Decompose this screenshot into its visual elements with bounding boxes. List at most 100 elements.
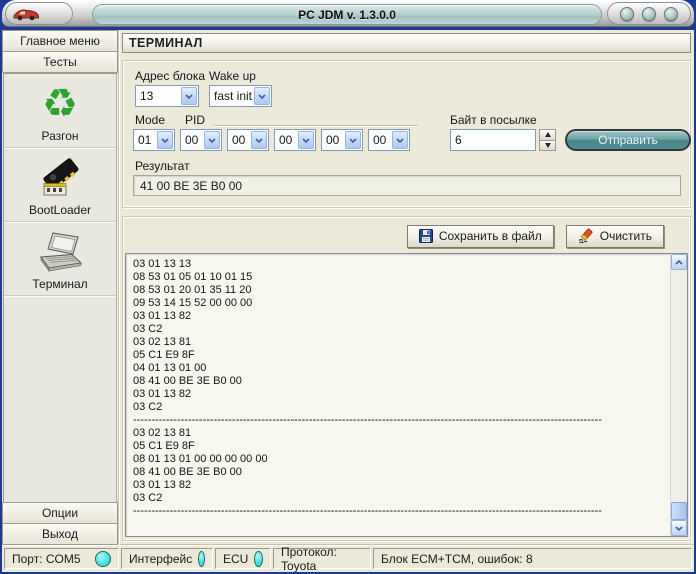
status-block-info: Блок ECM+TCM, ошибок: 8 [373,548,692,569]
status-port-label: Порт: COM5 [12,552,81,566]
chevron-down-icon[interactable] [204,131,220,149]
bytes-stepper [539,129,556,151]
sidebar-item-options[interactable]: Опции [2,502,118,524]
pid-select-1[interactable]: 00 [180,129,222,151]
save-to-file-button[interactable]: Сохранить в файл [407,225,554,248]
window-title: PC JDM v. 1.3.0.0 [298,8,396,22]
send-button[interactable]: Отправить [565,129,691,151]
save-button-label: Сохранить в файл [439,229,542,243]
pid-select-2[interactable]: 00 [227,129,269,151]
title-pill: PC JDM v. 1.3.0.0 [92,4,602,25]
status-port: Порт: COM5 [4,548,119,569]
maximize-button[interactable] [642,7,656,21]
clear-button-label: Очистить [600,229,652,243]
clear-button[interactable]: Очистить [566,225,664,248]
chevron-down-icon[interactable] [392,131,408,149]
scroll-down-button[interactable] [671,520,687,536]
sidebar-item-label: Тесты [43,55,76,69]
bytes-input[interactable]: 6 [450,129,536,151]
stepper-down-button[interactable] [539,140,556,152]
tool-label: Разгон [41,129,78,143]
status-interface: Интерфейс [121,548,213,569]
statusbar: Порт: COM5 Интерфейс ECU Протокол: Toyot… [2,545,694,572]
mode-select[interactable]: 01 [133,129,175,151]
scrollbar-track[interactable] [671,270,687,520]
pid-value: 00 [181,133,203,147]
status-protocol: Протокол: Toyota [273,548,371,569]
pid-value: 00 [369,133,391,147]
pid-select-5[interactable]: 00 [368,129,410,151]
tool-item-terminal[interactable]: Терминал [4,222,116,296]
bytes-value: 6 [455,133,462,147]
laptop-icon [36,229,84,275]
pid-value: 00 [322,133,344,147]
interface-indicator-icon [198,551,205,567]
window-controls [607,2,691,25]
wakeup-select[interactable]: fast init [209,85,272,107]
pid-select-3[interactable]: 00 [274,129,316,151]
pid-select-4[interactable]: 00 [321,129,363,151]
chevron-down-icon[interactable] [157,131,173,149]
scrollbar-thumb[interactable] [671,502,687,520]
status-ecu-label: ECU [223,552,248,566]
sidebar-item-tests[interactable]: Тесты [2,51,118,73]
request-form-panel: Адрес блока 13 Wake up fast init Mode PI… [122,60,691,208]
status-interface-label: Интерфейс [129,552,192,566]
triangle-down-icon [545,143,551,148]
pid-label: PID [185,113,205,127]
vertical-scrollbar[interactable] [670,254,687,536]
app-window: PC JDM v. 1.3.0.0 Главное меню Тесты ♻ Р… [0,0,696,574]
port-indicator-icon [95,551,111,567]
titlebar: PC JDM v. 1.3.0.0 [2,0,694,30]
status-block-label: Блок ECM+TCM, ошибок: 8 [381,552,533,566]
status-protocol-label: Протокол: Toyota [281,545,363,573]
minimize-button[interactable] [620,7,634,21]
close-button[interactable] [664,7,678,21]
pid-value: 00 [228,133,250,147]
output-button-row: Сохранить в файл Очистить [123,217,690,249]
cartridge-icon [37,155,83,201]
car-icon [12,7,40,21]
chevron-down-icon[interactable] [181,87,197,105]
address-value: 13 [136,89,180,103]
recycle-icon: ♻ [42,81,78,127]
tool-label: BootLoader [29,203,91,217]
tool-item-bootloader[interactable]: BootLoader [4,148,116,222]
chevron-down-icon[interactable] [254,87,270,105]
sidebar-item-label: Главное меню [20,34,100,48]
tool-item-razgon[interactable]: ♻ Разгон [4,74,116,148]
address-select[interactable]: 13 [135,85,199,107]
content-area: ТЕРМИНАЛ Адрес блока 13 Wake up fast ini… [119,30,694,545]
ecu-indicator-icon [254,551,263,567]
pid-divider [213,125,418,126]
sidebar-item-label: Выход [42,527,78,541]
chevron-down-icon[interactable] [298,131,314,149]
chevron-down-icon[interactable] [345,131,361,149]
mode-value: 01 [134,133,156,147]
address-label: Адрес блока [135,69,205,83]
sidebar-item-exit[interactable]: Выход [2,523,118,545]
send-button-label: Отправить [598,133,658,147]
tool-label: Терминал [32,277,87,291]
sidebar-item-main-menu[interactable]: Главное меню [2,30,118,52]
page-title-text: ТЕРМИНАЛ [129,36,203,50]
terminal-log-box[interactable]: 03 01 13 13 08 53 01 05 01 10 01 15 08 5… [125,253,688,537]
sidebar-tool-list: ♻ Разгон [3,73,117,503]
scroll-up-button[interactable] [671,254,687,270]
output-panel: Сохранить в файл Очистить [122,216,691,541]
status-ecu: ECU [215,548,271,569]
result-value: 41 00 BE 3E B0 00 [140,179,242,193]
terminal-output: 03 01 13 13 08 53 01 05 01 10 01 15 08 5… [126,254,670,536]
chevron-down-icon[interactable] [251,131,267,149]
bytes-label: Байт в посылке [450,113,537,127]
wakeup-label: Wake up [209,69,256,83]
page-title: ТЕРМИНАЛ [122,33,691,53]
stepper-up-button[interactable] [539,129,556,140]
app-icon-pill [5,2,73,25]
sidebar: Главное меню Тесты ♻ Разгон [2,30,119,545]
result-field: 41 00 BE 3E B0 00 [133,175,681,196]
sidebar-item-label: Опции [42,506,78,520]
pid-value: 00 [275,133,297,147]
result-label: Результат [135,159,190,173]
floppy-icon [419,229,433,243]
